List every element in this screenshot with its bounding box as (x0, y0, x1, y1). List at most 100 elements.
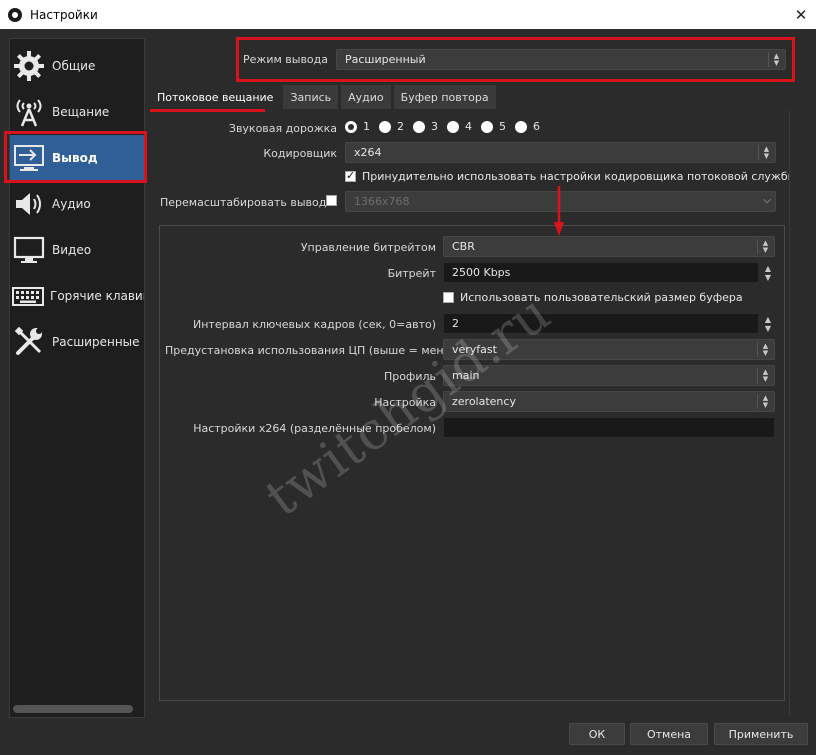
audio-track-radio-5[interactable] (481, 120, 493, 133)
settings-sidebar: Общие Вещание Вывод Аудио Видео Горячие … (9, 38, 145, 718)
cpu-preset-value: veryfast (452, 343, 497, 356)
updown-arrows-icon: ▲ ▼ (757, 239, 771, 254)
sidebar-item-audio[interactable]: Аудио (10, 181, 144, 227)
radio-label: 2 (397, 120, 404, 133)
keyframe-interval-value: 2 (452, 317, 459, 330)
tab-recording[interactable]: Запись (283, 85, 339, 109)
sidebar-item-label: Вещание (52, 105, 110, 119)
monitor-icon (12, 233, 46, 267)
window-title: Настройки (30, 7, 98, 22)
cpu-preset-select[interactable]: veryfast ▲ ▼ (443, 339, 775, 360)
encoder-label: Кодировщик (263, 147, 337, 160)
speaker-icon (12, 187, 46, 221)
updown-arrows-icon: ▲ ▼ (757, 368, 771, 383)
sidebar-item-video[interactable]: Видео (10, 227, 144, 273)
tune-select[interactable]: zerolatency ▲ ▼ (443, 391, 775, 412)
sidebar-item-broadcast[interactable]: Вещание (10, 89, 144, 135)
x264-options-input[interactable] (443, 417, 775, 438)
updown-arrows-icon: ▲ ▼ (757, 342, 771, 357)
sidebar-item-label: Аудио (52, 197, 91, 211)
custom-buffer-checkbox[interactable] (443, 292, 454, 303)
profile-select[interactable]: main ▲ ▼ (443, 365, 775, 386)
rate-control-value: CBR (452, 240, 475, 253)
audio-track-radio-6[interactable] (515, 120, 527, 133)
enforce-service-settings-checkbox[interactable] (345, 169, 356, 182)
chevron-down-icon: ⌵ (763, 195, 771, 206)
button-label: ОК (588, 727, 606, 741)
apply-button[interactable]: Применить (714, 723, 808, 745)
tab-label: Запись (290, 90, 332, 104)
tab-label: Буфер повтора (400, 90, 489, 104)
output-mode-select[interactable]: Расширенный ▲ ▼ (336, 49, 786, 70)
updown-arrows-icon: ▲ ▼ (758, 145, 772, 160)
bitrate-spin-arrows-icon[interactable]: ▲ ▼ (761, 262, 775, 283)
audio-track-radio-1[interactable] (345, 120, 357, 133)
tab-replay-buffer[interactable]: Буфер повтора (393, 85, 496, 109)
updown-arrows-icon: ▲ ▼ (768, 52, 782, 67)
radio-label: 1 (363, 120, 370, 133)
sidebar-item-label: Вывод (52, 151, 98, 165)
updown-arrows-icon: ▲ ▼ (757, 394, 771, 409)
sidebar-item-label: Видео (52, 243, 92, 257)
broadcast-icon (12, 95, 46, 129)
sidebar-item-label: Расширенные (52, 335, 140, 349)
keyframe-interval-label: Интервал ключевых кадров (сек, 0=авто) (193, 318, 436, 331)
x264-options-label: Настройки x264 (разделённые пробелом) (193, 422, 436, 435)
keyframe-spin-arrows-icon[interactable]: ▲ ▼ (761, 313, 775, 334)
gear-icon (12, 49, 46, 83)
sidebar-horizontal-scrollbar[interactable] (13, 705, 133, 713)
rate-control-select[interactable]: CBR ▲ ▼ (443, 236, 775, 257)
output-icon (12, 141, 46, 175)
button-label: Применить (728, 727, 794, 741)
tab-audio[interactable]: Аудио (341, 85, 391, 109)
rate-control-label: Управление битрейтом (300, 241, 436, 254)
output-mode-value: Расширенный (345, 53, 426, 66)
bitrate-value: 2500 Kbps (452, 266, 511, 279)
keyboard-icon (12, 279, 44, 313)
highlight-streaming-tab-underline (150, 109, 265, 112)
cancel-button[interactable]: Отмена (630, 723, 708, 745)
sidebar-item-general[interactable]: Общие (10, 43, 144, 89)
enforce-service-settings-label: Принудительно использовать настройки код… (362, 170, 797, 183)
output-tabs: Потоковое вещание Запись Аудио Буфер пов… (150, 85, 499, 109)
sidebar-item-advanced[interactable]: Расширенные (10, 319, 144, 365)
radio-label: 4 (465, 120, 472, 133)
obs-logo-icon (8, 7, 22, 22)
keyframe-interval-input[interactable]: 2 (443, 313, 759, 334)
encoder-value: x264 (354, 146, 382, 159)
rescale-value: 1366x768 (354, 195, 410, 208)
close-icon[interactable]: ✕ (786, 0, 816, 29)
tune-label: Настройка (374, 396, 436, 409)
custom-buffer-label: Использовать пользовательский размер буф… (460, 291, 743, 304)
ok-button[interactable]: ОК (569, 723, 625, 745)
sidebar-item-output[interactable]: Вывод (10, 135, 144, 181)
audio-track-radio-2[interactable] (379, 120, 391, 133)
tune-value: zerolatency (452, 395, 516, 408)
sidebar-item-hotkeys[interactable]: Горячие клавиши (10, 273, 144, 319)
audio-track-label: Звуковая дорожка (228, 122, 337, 135)
encoder-select[interactable]: x264 ▲ ▼ (345, 142, 776, 163)
audio-track-radio-4[interactable] (447, 120, 459, 133)
sidebar-item-label: Общие (52, 59, 96, 73)
tab-label: Потоковое вещание (157, 90, 274, 104)
audio-track-radio-3[interactable] (413, 120, 425, 133)
button-label: Отмена (646, 727, 692, 741)
output-mode-label: Режим вывода (243, 53, 328, 66)
bitrate-input[interactable]: 2500 Kbps (443, 262, 759, 283)
tab-streaming[interactable]: Потоковое вещание (150, 85, 281, 109)
rescale-checkbox[interactable] (326, 195, 337, 206)
radio-label: 5 (499, 120, 506, 133)
audio-track-radio-group: 1 2 3 4 5 6 (345, 120, 549, 133)
tools-icon (12, 325, 46, 359)
cpu-preset-label: Предустановка использования ЦП (выше = м… (165, 344, 472, 357)
rescale-label: Перемасштабировать вывод (160, 196, 327, 209)
bitrate-label: Битрейт (387, 267, 436, 280)
profile-value: main (452, 369, 480, 382)
sidebar-item-label: Горячие клавиши (50, 289, 144, 303)
radio-label: 6 (533, 120, 540, 133)
tab-label: Аудио (348, 90, 384, 104)
radio-label: 3 (431, 120, 438, 133)
settings-vertical-scrollbar[interactable] (789, 110, 801, 715)
profile-label: Профиль (383, 370, 436, 383)
title-bar: Настройки ✕ (0, 0, 816, 29)
